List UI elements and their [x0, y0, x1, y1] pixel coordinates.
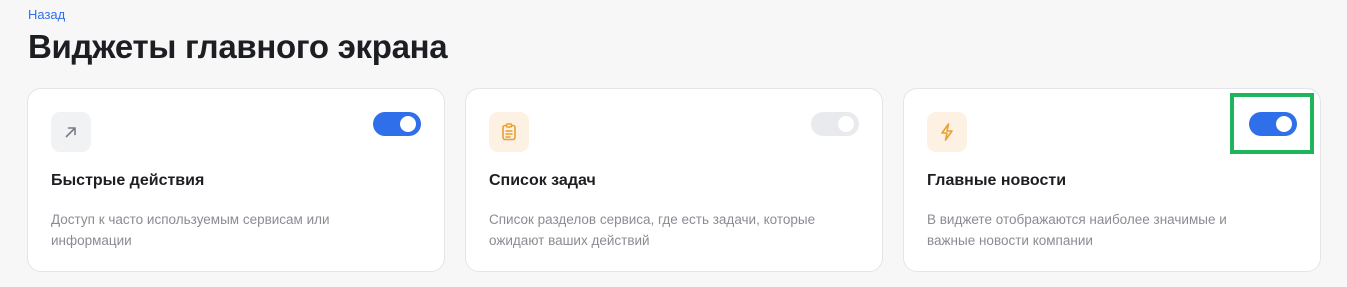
back-link[interactable]: Назад — [28, 7, 65, 22]
widget-card-main-news: Главные новости В виджете отображаются н… — [903, 88, 1321, 272]
toggle-knob — [838, 116, 854, 132]
toggle-knob — [400, 116, 416, 132]
arrow-up-right-icon — [51, 112, 91, 152]
widget-title: Быстрые действия — [51, 172, 205, 189]
widget-description: Список разделов сервиса, где есть задачи… — [489, 212, 816, 248]
lightning-icon — [927, 112, 967, 152]
widget-card-quick-actions: Быстрые действия Доступ к часто использу… — [27, 88, 445, 272]
main-news-toggle[interactable] — [1249, 112, 1297, 136]
widget-title: Список задач — [489, 172, 596, 189]
widgets-settings-page: Назад Виджеты главного экрана Быстрые де… — [0, 0, 1347, 287]
widget-card-task-list: Список задач Список разделов сервиса, гд… — [465, 88, 883, 272]
widget-description: Доступ к часто используемым сервисам или… — [51, 212, 330, 248]
quick-actions-toggle[interactable] — [373, 112, 421, 136]
toggle-knob — [1276, 116, 1292, 132]
task-list-toggle[interactable] — [811, 112, 859, 136]
clipboard-list-icon — [489, 112, 529, 152]
widget-title: Главные новости — [927, 172, 1067, 189]
page-title: Виджеты главного экрана — [28, 28, 448, 65]
widget-description: В виджете отображаются наиболее значимые… — [927, 212, 1227, 248]
